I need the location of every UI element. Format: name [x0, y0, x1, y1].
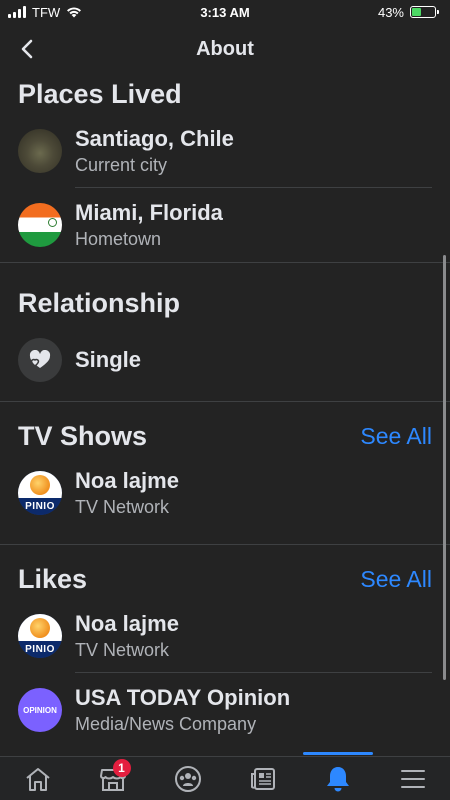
section-header: Places Lived: [18, 74, 432, 114]
item-texts: Miami, Florida Hometown: [75, 188, 432, 262]
tab-marketplace[interactable]: 1: [83, 758, 143, 799]
item-subtitle: TV Network: [75, 639, 170, 660]
status-left: TFW: [8, 5, 82, 20]
wifi-icon: [67, 7, 82, 18]
item-name: Single: [75, 347, 142, 372]
groups-icon: [174, 765, 201, 792]
section-tv-shows: TV Shows See All PINIO Noa lajme TV Netw…: [0, 402, 450, 530]
opinion-logo: OPINION: [18, 688, 62, 732]
tv-network-logo: PINIO: [18, 471, 62, 515]
menu-icon: [400, 769, 425, 788]
scrollbar[interactable]: [443, 255, 446, 680]
section-relationship: Relationship Single: [0, 263, 450, 397]
page-title: About: [196, 37, 254, 60]
item-texts: Noa lajme TV Network: [75, 456, 432, 530]
carrier-label: TFW: [32, 4, 61, 20]
status-right: 43%: [377, 4, 439, 20]
list-item-current-city[interactable]: Santiago, Chile Current city: [18, 114, 432, 188]
tab-news[interactable]: [233, 759, 293, 799]
item-name: USA TODAY Opinion: [75, 685, 291, 710]
see-all-likes-link[interactable]: See All: [360, 566, 432, 593]
item-name: Miami, Florida: [75, 200, 223, 225]
item-texts: Single: [75, 323, 432, 397]
tab-notifications[interactable]: [308, 759, 368, 799]
section-header: Likes See All: [18, 559, 432, 599]
list-item-relationship[interactable]: Single: [18, 323, 432, 397]
news-icon: [250, 767, 275, 790]
see-all-tv-shows-link[interactable]: See All: [360, 423, 432, 450]
section-title: TV Shows: [18, 420, 148, 451]
home-icon: [25, 767, 50, 791]
active-tab-indicator: [303, 752, 373, 755]
list-item-like[interactable]: OPINION USA TODAY Opinion Media/News Com…: [18, 673, 432, 747]
item-texts: USA TODAY Opinion Media/News Company: [75, 673, 432, 747]
battery-percent: 43%: [377, 4, 404, 20]
status-time: 3:13 AM: [200, 4, 250, 20]
item-texts: Noa lajme TV Network: [75, 599, 432, 673]
item-subtitle: Current city: [75, 154, 168, 175]
section-header: Relationship: [18, 283, 432, 323]
tab-home[interactable]: [8, 759, 68, 799]
item-name: Noa lajme: [75, 610, 179, 636]
bell-icon: [326, 766, 349, 791]
tab-menu[interactable]: [383, 759, 443, 799]
list-item-tv-show[interactable]: PINIO Noa lajme TV Network: [18, 456, 432, 530]
section-likes: Likes See All PINIO Noa lajme TV Network…: [0, 545, 450, 747]
notification-badge: 1: [112, 758, 131, 777]
header: About: [0, 24, 450, 74]
battery-icon: [410, 6, 439, 18]
list-item-hometown[interactable]: Miami, Florida Hometown: [18, 188, 432, 262]
about-content: Places Lived Santiago, Chile Current cit…: [0, 74, 450, 756]
item-name: Noa lajme: [75, 468, 179, 493]
tv-network-logo: PINIO: [18, 614, 62, 658]
battery-fill: [412, 8, 422, 16]
santiago-photo: [18, 129, 62, 173]
chevron-left-icon: [21, 39, 33, 59]
tab-bar: 1: [0, 752, 450, 800]
item-texts: Santiago, Chile Current city: [75, 114, 432, 188]
tab-groups[interactable]: [158, 759, 218, 799]
item-subtitle: Media/News Company: [75, 714, 257, 734]
item-name: Santiago, Chile: [75, 125, 234, 151]
item-subtitle: Hometown: [75, 229, 162, 249]
section-header: TV Shows See All: [18, 416, 432, 456]
signal-icon: [8, 6, 26, 18]
section-places-lived: Places Lived Santiago, Chile Current cit…: [0, 74, 450, 262]
section-title: Places Lived: [18, 78, 182, 109]
section-title: Relationship: [18, 287, 181, 318]
section-title: Likes: [18, 563, 88, 594]
back-button[interactable]: [12, 34, 42, 64]
item-subtitle: TV Network: [75, 497, 170, 517]
flag-icon: [18, 203, 62, 247]
status-bar: TFW 3:13 AM 43%: [0, 0, 450, 24]
list-item-like[interactable]: PINIO Noa lajme TV Network: [18, 599, 432, 673]
heart-icon: [18, 338, 62, 382]
